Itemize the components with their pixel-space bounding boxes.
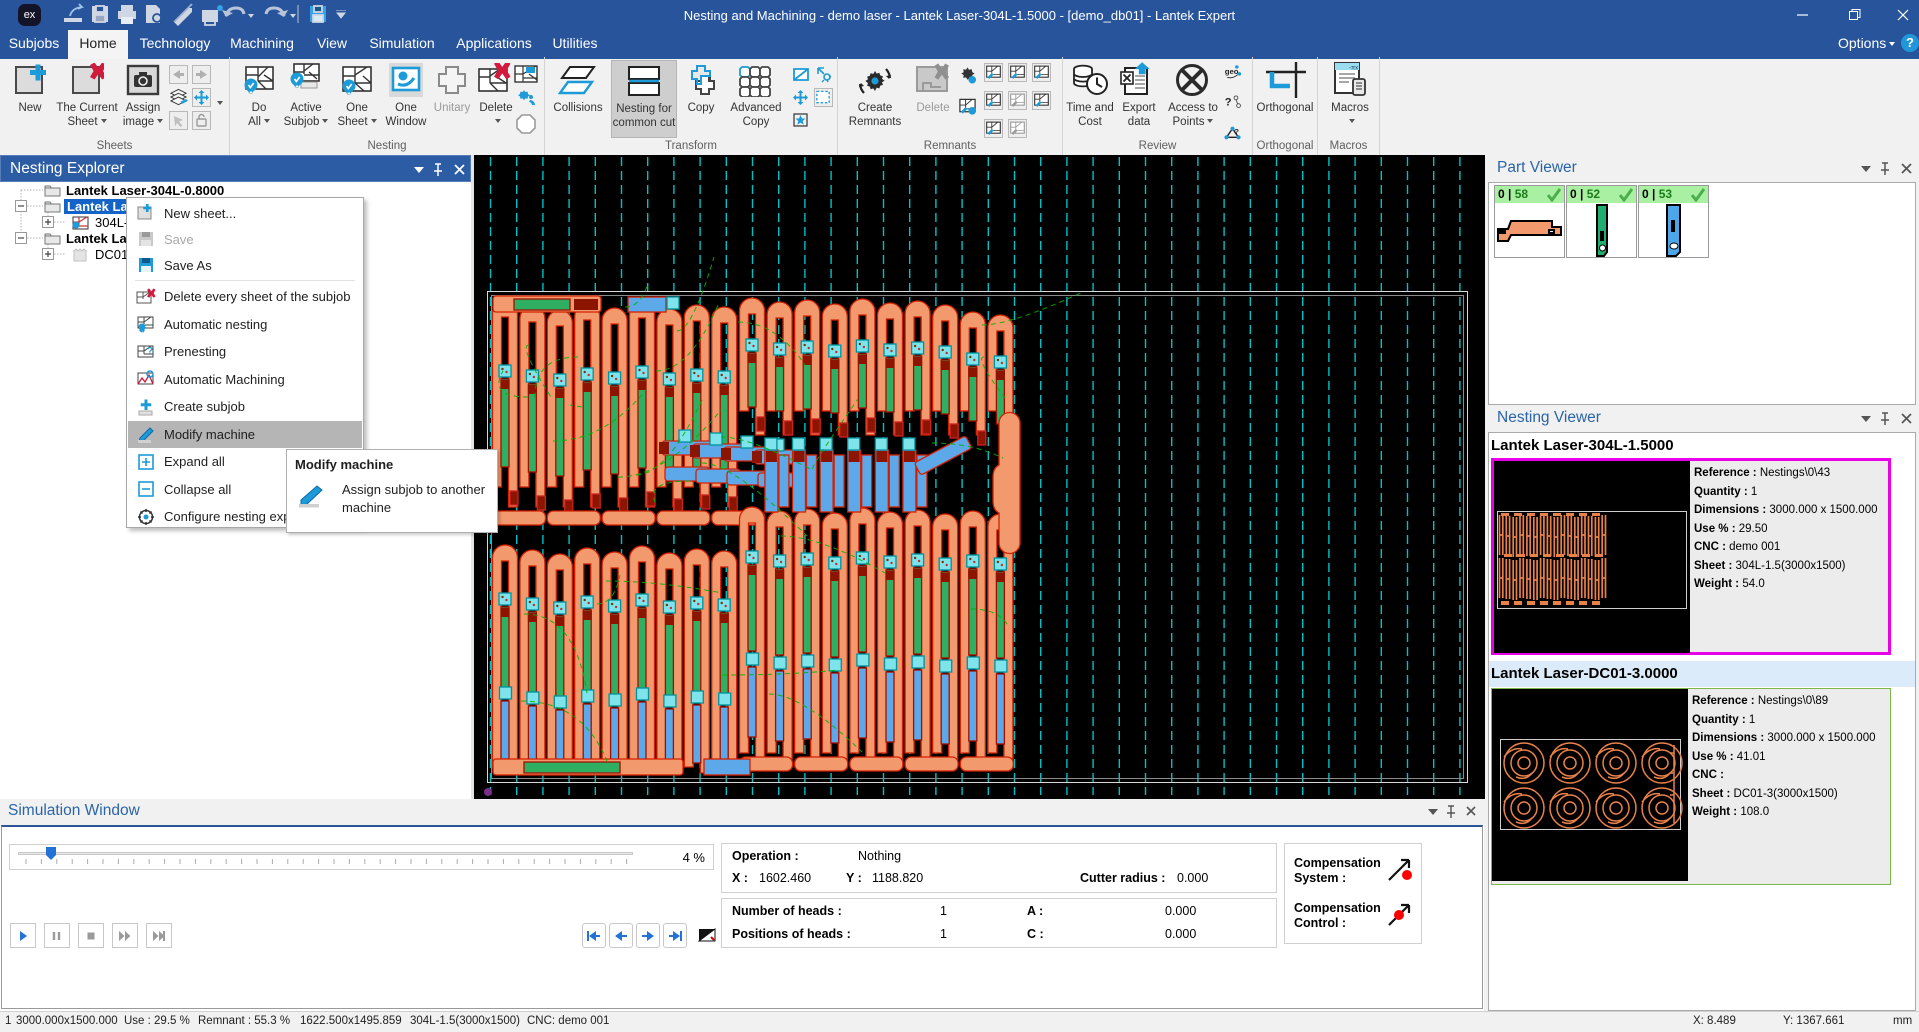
svg-text:?: ? (1225, 96, 1232, 108)
svg-text:?: ? (147, 346, 153, 357)
svg-text:?: ? (1234, 126, 1239, 135)
svg-text:-πx: -πx (1349, 66, 1358, 72)
